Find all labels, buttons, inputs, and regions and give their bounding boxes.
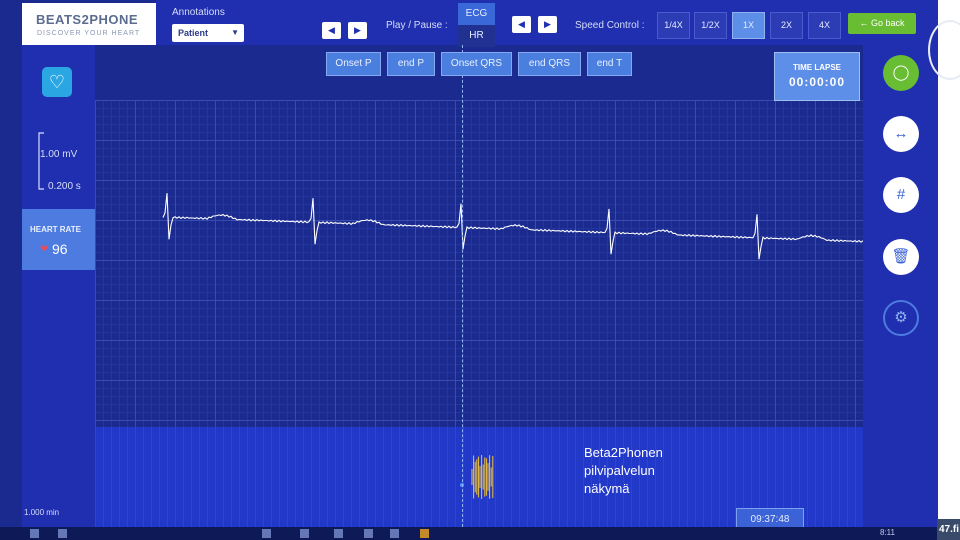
- onset-qrs-button[interactable]: Onset QRS: [441, 52, 512, 76]
- speed-control-label: Speed Control :: [575, 20, 645, 31]
- trash-icon[interactable]: 🗑: [883, 239, 919, 275]
- amplitude-scale: 1.00 mV: [40, 149, 78, 160]
- time-lapse-value: 00:00:00: [788, 75, 846, 89]
- onset-p-button[interactable]: Onset P: [326, 52, 381, 76]
- playhead-cursor[interactable]: [462, 45, 463, 527]
- speed-half-button[interactable]: 1/2X: [694, 12, 727, 39]
- end-p-button[interactable]: end P: [387, 52, 435, 76]
- pause-button[interactable]: ◀: [512, 16, 531, 33]
- tab-ecg[interactable]: ECG: [458, 3, 495, 25]
- rewind-button[interactable]: ◀: [322, 22, 341, 39]
- search-icon[interactable]: [58, 529, 67, 538]
- taskbar-app-icon[interactable]: [390, 529, 399, 538]
- end-qrs-button[interactable]: end QRS: [518, 52, 581, 76]
- overview-scale: 1.000 min: [24, 508, 60, 517]
- end-t-button[interactable]: end T: [587, 52, 632, 76]
- heart-rate-label: HEART RATE: [30, 225, 81, 234]
- taskbar-clock: 8:11: [880, 528, 895, 537]
- taskbar-app-icon[interactable]: [364, 529, 373, 538]
- annotation-select-value: Patient: [178, 28, 209, 38]
- taskbar-app-icon[interactable]: [334, 529, 343, 538]
- ecg-app: BEATS2PHONE DISCOVER YOUR HEART Annotati…: [0, 0, 938, 540]
- speed-quarter-button[interactable]: 1/4X: [657, 12, 690, 39]
- measure-icon[interactable]: ↔: [883, 116, 919, 152]
- chevron-down-icon: ▼: [231, 28, 239, 37]
- forward-button[interactable]: ▶: [348, 22, 367, 39]
- heart-logo-icon: ♡: [42, 67, 72, 97]
- go-back-button[interactable]: ← Go back: [848, 13, 916, 34]
- brand-logo: BEATS2PHONE DISCOVER YOUR HEART: [22, 3, 157, 45]
- annotation-select[interactable]: Patient ▼: [172, 24, 244, 42]
- taskbar-app-icon[interactable]: [300, 529, 309, 538]
- speed-4x-button[interactable]: 4X: [808, 12, 841, 39]
- grid-icon[interactable]: #: [883, 177, 919, 213]
- top-toolbar: Annotations Patient ▼ ◀ ▶ Play / Pause :…: [156, 0, 938, 47]
- heart-icon: ❤: [40, 244, 49, 255]
- brand-name: BEATS2PHONE: [36, 12, 139, 27]
- taskbar-app-icon[interactable]: [420, 529, 429, 538]
- tab-hr[interactable]: HR: [458, 25, 495, 47]
- taskbar-app-icon[interactable]: [262, 529, 271, 538]
- note-text: Beta2Phonen pilvipalvelun näkymä: [584, 444, 663, 498]
- time-scale: 0.200 s: [48, 181, 81, 192]
- brand-tagline: DISCOVER YOUR HEART: [37, 30, 141, 37]
- taskbar: 8:11: [0, 527, 938, 540]
- right-toolbar: ◯ ↔ # 🗑 ⚙: [863, 45, 938, 527]
- speed-2x-button[interactable]: 2X: [770, 12, 803, 39]
- time-lapse-label: TIME LAPSE: [792, 63, 841, 72]
- heart-rate-value: 96: [52, 241, 68, 257]
- arrow-left-icon: ←: [859, 18, 869, 28]
- annotations-label: Annotations: [172, 7, 225, 18]
- note-line-2: pilvipalvelun: [584, 463, 655, 478]
- settings-gear-icon[interactable]: ⚙: [883, 300, 919, 336]
- corner-text: 47.fi: [937, 519, 960, 540]
- scale-bar-icon: [38, 132, 44, 190]
- speed-1x-button[interactable]: 1X: [732, 12, 765, 39]
- stethoscope-icon[interactable]: ◯: [883, 55, 919, 91]
- time-lapse-panel: TIME LAPSE 00:00:00: [774, 52, 860, 101]
- play-button[interactable]: ▶: [538, 16, 557, 33]
- windows-start-icon[interactable]: [30, 529, 39, 538]
- note-line-1: Beta2Phonen: [584, 445, 663, 460]
- heart-rate-panel: HEART RATE ❤ 96: [22, 209, 95, 270]
- left-panel: ♡ 1.00 mV 0.200 s HEART RATE ❤ 96: [22, 45, 95, 527]
- play-pause-label: Play / Pause :: [386, 20, 448, 31]
- ecg-trace: [162, 193, 863, 260]
- go-back-label: Go back: [870, 18, 905, 28]
- ecg-plot[interactable]: [95, 100, 863, 427]
- note-line-3: näkymä: [584, 481, 630, 496]
